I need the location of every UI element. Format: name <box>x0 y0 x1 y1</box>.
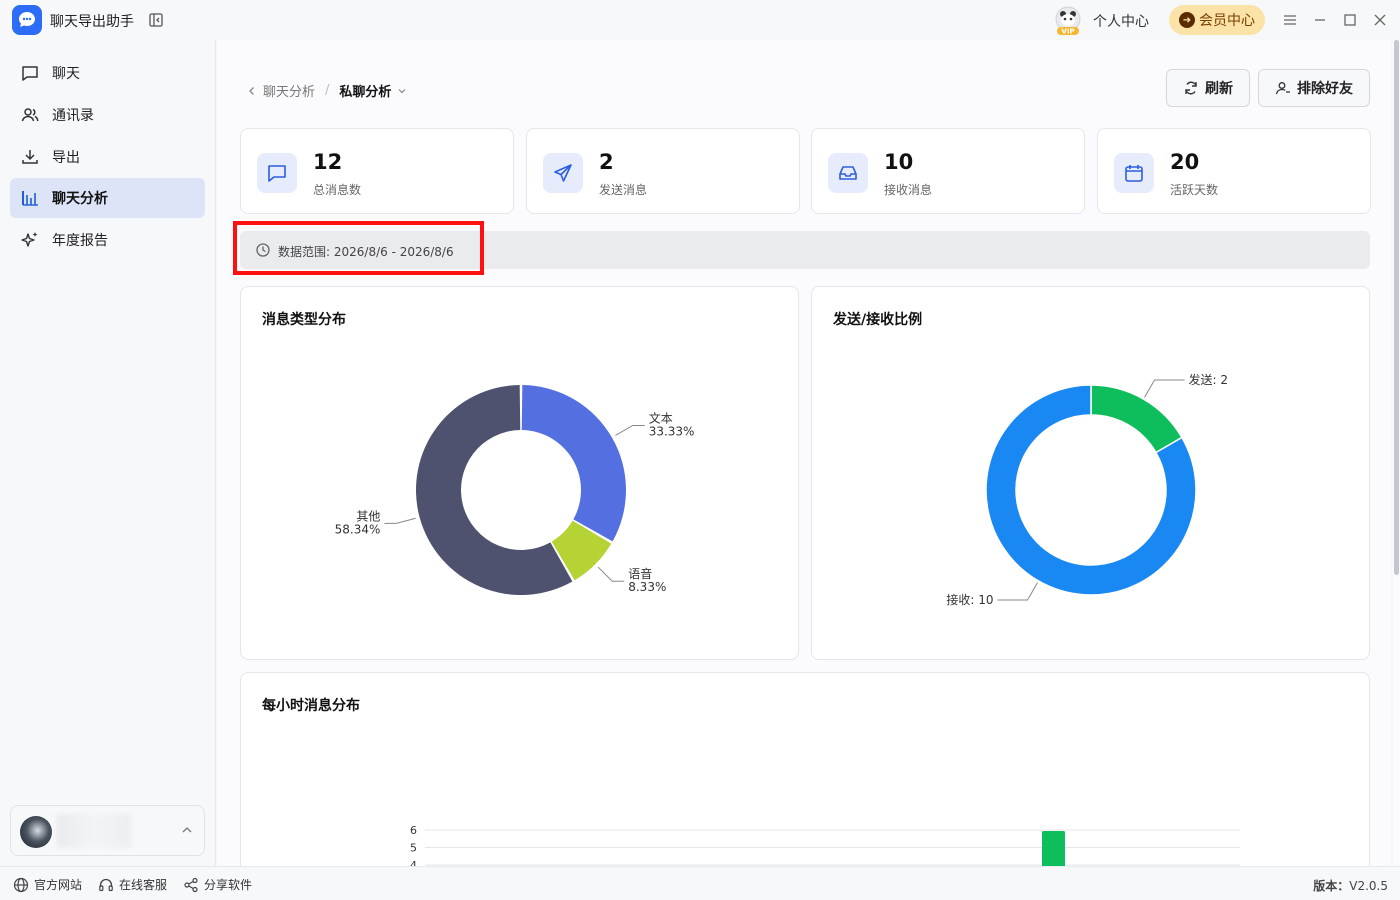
y-tick-label-6: 6 <box>410 824 417 837</box>
send-receive-donut: 发送: 2 接收: 10 <box>946 372 1229 607</box>
bar-chart-icon <box>20 188 40 208</box>
close-icon[interactable] <box>1372 12 1388 28</box>
pie-label-name-1: 语音 <box>628 566 652 581</box>
chevron-up-icon <box>180 823 194 837</box>
menu-icon[interactable] <box>1282 12 1298 28</box>
maximize-icon[interactable] <box>1342 12 1358 28</box>
app-title: 聊天导出助手 <box>50 14 134 30</box>
main-content: 聊天分析 / 私聊分析 刷新 排除好友 12 总消息数 2 发送消息 10 接收… <box>217 40 1391 866</box>
pie-label-line-2 <box>384 517 416 524</box>
user-name-redacted <box>57 814 131 848</box>
stat-label: 总消息数 <box>313 183 362 197</box>
arrow-right-icon: ➜ <box>1179 12 1195 28</box>
share-software-link[interactable]: 分享软件 <box>183 876 252 893</box>
pie-label-line-0 <box>1144 379 1185 398</box>
bar-0[interactable] <box>1042 831 1065 866</box>
member-center-button[interactable]: ➜ 会员中心 <box>1169 5 1265 35</box>
stat-label: 发送消息 <box>599 183 648 197</box>
sidebar-item-chat[interactable]: 聊天 <box>10 53 205 93</box>
version-info: 版本：V2.0.5 <box>1313 879 1388 893</box>
pie-label-name-2: 其他 <box>356 509 380 523</box>
message-icon <box>257 153 297 193</box>
title-bar: 聊天导出助手 VIP 个人中心 ➜ 会员中心 <box>0 0 1400 40</box>
stat-value: 2 <box>599 150 614 174</box>
stat-value: 10 <box>884 150 914 174</box>
official-website-link[interactable]: 官方网站 <box>13 876 82 893</box>
refresh-icon <box>1185 81 1197 95</box>
sidebar-item-annual-report[interactable]: 年度报告 <box>10 220 205 260</box>
online-support-link[interactable]: 在线客服 <box>98 876 167 893</box>
pie-label-line-1 <box>997 582 1038 601</box>
user-account-card[interactable] <box>10 805 205 856</box>
inbox-icon <box>828 153 868 193</box>
stat-card-active-days: 20 活跃天数 <box>1097 128 1371 214</box>
share-icon <box>184 877 198 892</box>
stat-value: 20 <box>1170 150 1200 174</box>
breadcrumb-parent[interactable]: 聊天分析 <box>263 81 315 100</box>
pie-label-name-0: 文本 <box>649 410 673 425</box>
avatar <box>20 816 52 848</box>
personal-center-link[interactable]: 个人中心 <box>1093 11 1149 31</box>
annotation-highlight-box <box>233 221 484 275</box>
pie-label-line-1 <box>597 566 625 582</box>
calendar-icon <box>1114 153 1154 193</box>
stat-label: 接收消息 <box>884 183 933 197</box>
message-type-chart-card: 消息类型分布 文本 33.33% 语音 8.33% 其他 58.34% <box>240 286 799 660</box>
user-minus-icon <box>1275 82 1290 95</box>
headset-icon <box>99 878 113 891</box>
pie-label-percent-1: 8.33% <box>628 580 666 594</box>
download-icon <box>20 147 40 167</box>
pie-label-percent-0: 33.33% <box>649 424 695 438</box>
chevron-down-icon[interactable] <box>397 86 407 96</box>
sidebar-collapse-icon[interactable] <box>148 12 164 28</box>
sidebar-item-export[interactable]: 导出 <box>10 137 205 177</box>
refresh-button[interactable]: 刷新 <box>1166 69 1250 107</box>
stat-card-sent: 2 发送消息 <box>526 128 800 214</box>
scrollbar-thumb[interactable] <box>1394 40 1399 575</box>
message-type-donut: 文本33.33% 语音8.33% 其他58.34% <box>335 385 695 595</box>
stat-card-received: 10 接收消息 <box>811 128 1085 214</box>
breadcrumb-current[interactable]: 私聊分析 <box>339 81 391 100</box>
stat-label: 活跃天数 <box>1170 183 1219 197</box>
vip-avatar-icon[interactable]: VIP <box>1052 5 1084 37</box>
stat-card-total: 12 总消息数 <box>240 128 514 214</box>
hourly-chart-card: 每小时消息分布 65432 <box>240 672 1370 866</box>
hourly-bar-chart: 65432 <box>410 824 1240 866</box>
send-receive-chart-card: 发送/接收比例 发送: 2 接收: 10 <box>811 286 1370 660</box>
globe-icon <box>13 877 29 892</box>
chevron-left-icon[interactable] <box>247 86 257 96</box>
sidebar-item-chat-analysis[interactable]: 聊天分析 <box>10 178 205 218</box>
app-logo <box>12 5 42 35</box>
sidebar: 聊天 通讯录 导出 聊天分析 年度报告 <box>0 40 216 866</box>
sidebar-item-contacts[interactable]: 通讯录 <box>10 95 205 135</box>
stat-value: 12 <box>313 150 343 174</box>
chat-bubble-icon <box>20 63 40 83</box>
pie-label-1: 接收: 10 <box>946 592 993 607</box>
breadcrumb: 聊天分析 / 私聊分析 <box>247 81 407 100</box>
contacts-icon <box>20 105 40 125</box>
sparkle-icon <box>20 230 40 250</box>
pie-slice-0[interactable] <box>1090 384 1183 454</box>
pie-label-0: 发送: 2 <box>1189 372 1229 387</box>
send-icon <box>543 153 583 193</box>
minimize-icon[interactable] <box>1312 12 1328 28</box>
y-tick-label-5: 5 <box>410 842 417 855</box>
breadcrumb-separator: / <box>325 83 330 98</box>
pie-label-percent-2: 58.34% <box>335 522 381 536</box>
footer: 官方网站 在线客服 分享软件 版本：V2.0.5 <box>0 866 1400 900</box>
exclude-friends-button[interactable]: 排除好友 <box>1258 69 1370 107</box>
pie-label-line-0 <box>615 424 645 436</box>
y-tick-label-4: 4 <box>410 859 417 866</box>
svg-text:VIP: VIP <box>1061 28 1074 36</box>
pie-slice-0[interactable] <box>521 385 626 542</box>
